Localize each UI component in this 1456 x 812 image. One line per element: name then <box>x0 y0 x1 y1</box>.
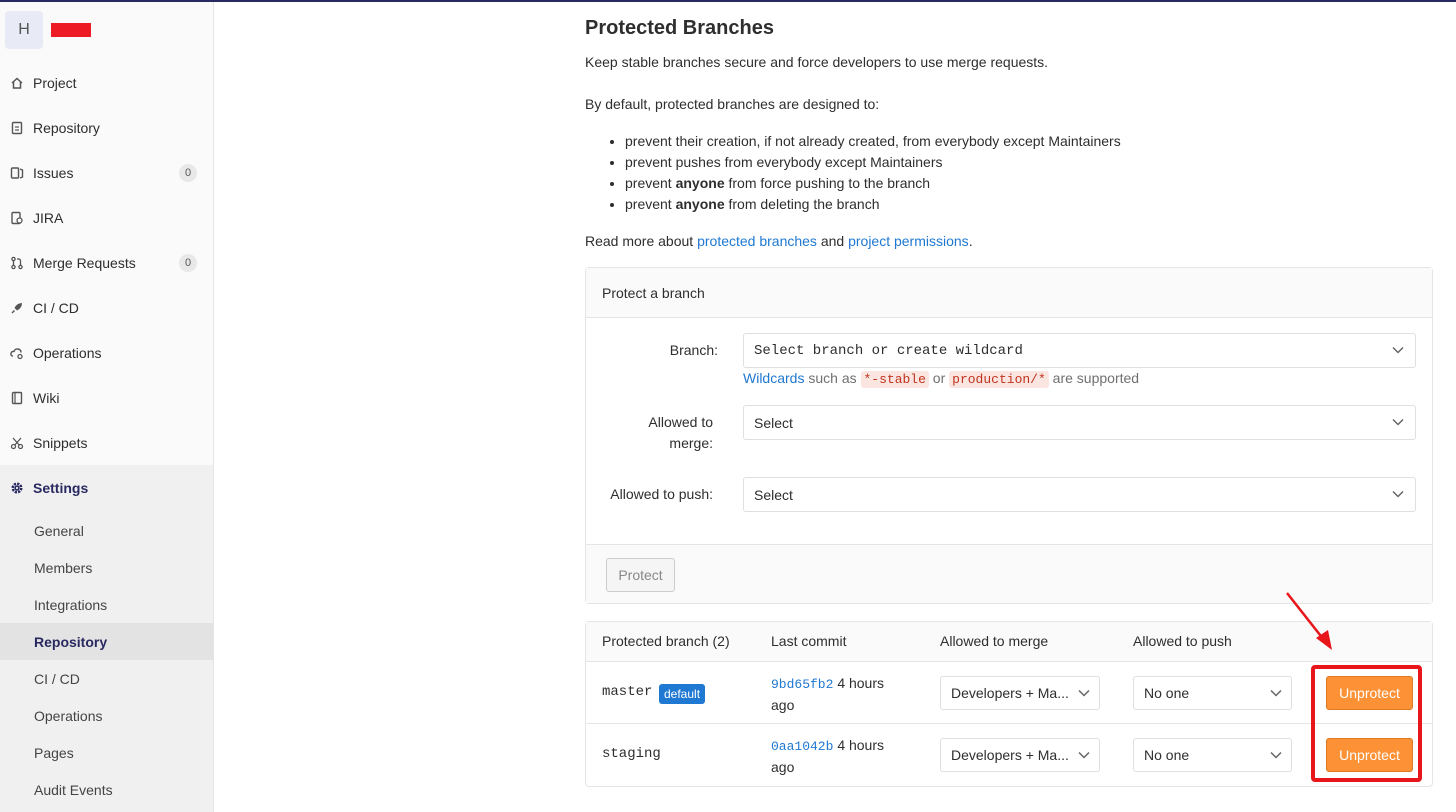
list-item: prevent their creation, if not already c… <box>625 132 1121 153</box>
allowed-to-push-dropdown[interactable]: No one <box>1133 676 1292 710</box>
last-commit: 0aa1042b 4 hours ago <box>771 737 885 775</box>
branch-label: Branch: <box>669 342 718 358</box>
branch-name: staging <box>602 746 661 762</box>
list-item: prevent pushes from everybody except Mai… <box>625 153 1121 174</box>
protect-button[interactable]: Protect <box>606 558 675 592</box>
home-icon <box>10 76 24 90</box>
sidebar-item-label: Issues <box>33 165 74 181</box>
sidebar-item-label: Operations <box>33 345 102 361</box>
code-example: *-stable <box>860 371 929 388</box>
commit-sha-link[interactable]: 9bd65fb2 <box>771 677 833 692</box>
card-header: Protect a branch <box>586 268 1432 318</box>
project-permissions-link[interactable]: project permissions <box>848 233 969 249</box>
sidebar-item-label: Repository <box>33 120 100 136</box>
commit-sha-link[interactable]: 0aa1042b <box>771 739 833 754</box>
column-header: Last commit <box>771 633 847 649</box>
sidebar-item-jira[interactable]: JIRA <box>0 198 213 238</box>
sidebar-item-label: Merge Requests <box>33 255 136 271</box>
allowed-to-merge-select[interactable]: Select <box>743 405 1416 440</box>
chevron-down-icon <box>1391 415 1405 429</box>
sidebar-item-label: CI / CD <box>33 300 79 316</box>
issues-count-badge: 0 <box>179 164 197 182</box>
chevron-down-icon <box>1077 748 1091 762</box>
allowed-to-merge-dropdown[interactable]: Developers + Ma... <box>940 738 1100 772</box>
sidebar-item-label: Snippets <box>33 435 88 451</box>
sidebar-item-merge-requests[interactable]: Merge Requests 0 <box>0 243 213 283</box>
project-name-redacted <box>51 23 91 37</box>
sidebar-item-snippets[interactable]: Snippets <box>0 423 213 463</box>
settings-sub-audit-events[interactable]: Audit Events <box>0 771 213 808</box>
top-accent-line <box>0 0 1456 2</box>
jira-icon <box>10 211 24 225</box>
allowed-to-merge-label: Allowed to merge: <box>648 414 713 451</box>
protected-branches-link[interactable]: protected branches <box>697 233 817 249</box>
settings-sub-ci-cd[interactable]: CI / CD <box>0 660 213 697</box>
table-row: master default 9bd65fb2 4 hours ago Devel… <box>586 662 1432 724</box>
column-header: Allowed to push <box>1133 633 1232 649</box>
sidebar-item-label: Wiki <box>33 390 60 406</box>
sidebar: H Project Repository Issues 0 JIRA Merge… <box>0 2 214 812</box>
wildcard-hint: Wildcards such as *-stable or production… <box>743 370 1140 388</box>
settings-section: Settings General Members Integrations Re… <box>0 465 213 812</box>
project-header[interactable]: H <box>5 10 91 50</box>
list-item: prevent anyone from force pushing to the… <box>625 174 1121 195</box>
settings-sub-members[interactable]: Members <box>0 549 213 586</box>
chevron-down-icon <box>1391 487 1405 501</box>
default-badge: default <box>659 684 706 704</box>
settings-sub-pages[interactable]: Pages <box>0 734 213 771</box>
sidebar-item-label: JIRA <box>33 210 64 226</box>
chevron-down-icon <box>1077 686 1091 700</box>
sidebar-item-label: Settings <box>33 480 89 496</box>
project-avatar[interactable]: H <box>5 11 43 49</box>
intro-text: By default, protected branches are desig… <box>585 96 880 112</box>
last-commit: 9bd65fb2 4 hours ago <box>771 675 885 713</box>
branch-name: master <box>602 684 653 700</box>
chevron-down-icon <box>1391 343 1405 357</box>
chevron-down-icon <box>1269 748 1283 762</box>
read-more-text: Read more about protected branches and p… <box>585 233 973 249</box>
allowed-to-merge-dropdown[interactable]: Developers + Ma... <box>940 676 1100 710</box>
page-title: Protected Branches <box>585 17 774 39</box>
sidebar-item-repository[interactable]: Repository <box>0 108 213 148</box>
allowed-to-push-dropdown[interactable]: No one <box>1133 738 1292 772</box>
cloud-gear-icon <box>10 346 24 360</box>
doc-icon <box>10 121 24 135</box>
code-example: production/* <box>949 371 1049 388</box>
sidebar-item-ci-cd[interactable]: CI / CD <box>0 288 213 328</box>
settings-sub-general[interactable]: General <box>0 512 213 549</box>
sidebar-item-wiki[interactable]: Wiki <box>0 378 213 418</box>
annotation-arrow-icon <box>1286 592 1332 650</box>
gear-icon <box>10 481 24 495</box>
book-icon <box>10 391 24 405</box>
wildcards-link[interactable]: Wildcards <box>743 370 804 386</box>
sidebar-item-project[interactable]: Project <box>0 63 213 103</box>
allowed-to-push-label: Allowed to push: <box>610 486 713 502</box>
protect-branch-card: Protect a branch Branch: Select branch o… <box>585 267 1433 604</box>
sidebar-item-settings[interactable]: Settings <box>0 468 213 508</box>
allowed-to-push-select[interactable]: Select <box>743 477 1416 512</box>
annotation-highlight-box <box>1311 665 1422 782</box>
merge-request-icon <box>10 256 24 270</box>
scissors-icon <box>10 436 24 450</box>
settings-sub-operations[interactable]: Operations <box>0 697 213 734</box>
chevron-down-icon <box>1269 686 1283 700</box>
settings-sub-integrations[interactable]: Integrations <box>0 586 213 623</box>
rules-list: prevent their creation, if not already c… <box>607 132 1121 216</box>
sidebar-item-label: Project <box>33 75 77 91</box>
merge-requests-count-badge: 0 <box>179 254 197 272</box>
column-header: Protected branch (2) <box>602 633 730 649</box>
column-header: Allowed to merge <box>940 633 1049 649</box>
sidebar-item-issues[interactable]: Issues 0 <box>0 153 213 193</box>
page-lead: Keep stable branches secure and force de… <box>585 54 1049 70</box>
sidebar-item-operations[interactable]: Operations <box>0 333 213 373</box>
issues-icon <box>10 166 24 180</box>
branch-select[interactable]: Select branch or create wildcard <box>743 333 1416 368</box>
list-item: prevent anyone from deleting the branch <box>625 195 1121 216</box>
settings-sub-repository[interactable]: Repository <box>0 623 213 660</box>
table-row: staging 0aa1042b 4 hours ago Developers +… <box>586 724 1432 786</box>
rocket-icon <box>10 301 24 315</box>
